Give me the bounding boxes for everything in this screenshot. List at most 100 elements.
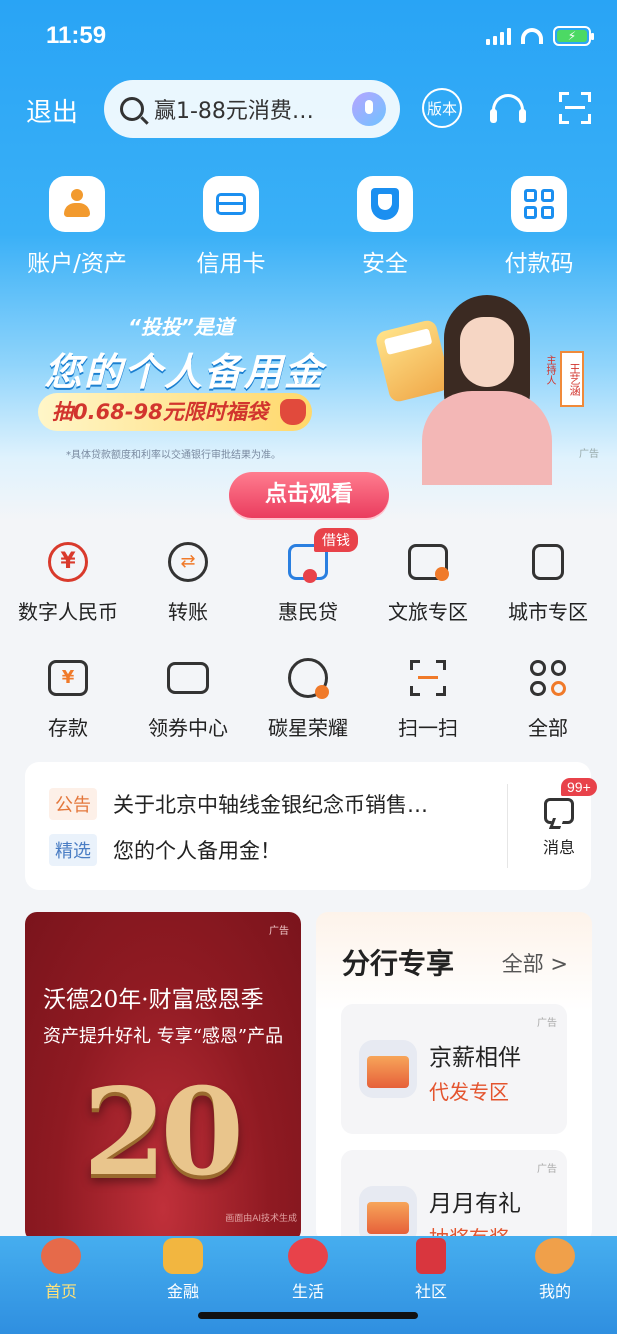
featured-text: 您的个人备用金！: [113, 839, 281, 863]
banner-offer-text: 抽0.68-98元限时福袋: [52, 400, 268, 424]
status-time: 11:59: [46, 22, 107, 49]
service-label: 碳星荣耀: [268, 716, 348, 740]
version-button[interactable]: 版本: [422, 88, 462, 128]
search-input[interactable]: 赢1-88元消费…: [154, 93, 334, 125]
shield-icon: [357, 176, 413, 232]
logout-button[interactable]: 退出: [26, 92, 78, 129]
branch-item-name: 京薪相伴: [429, 1045, 521, 1071]
service-label: 转账: [168, 600, 208, 624]
lantern-icon: [288, 1238, 328, 1274]
service-all[interactable]: 全部: [488, 650, 608, 746]
quick-credit-card[interactable]: 信用卡: [154, 176, 308, 278]
notice-card: 公告 关于北京中轴线金银纪念币销售… 精选 您的个人备用金！ 99+ 消息: [25, 762, 597, 890]
divider: [507, 784, 508, 868]
quick-security[interactable]: 安全: [308, 176, 462, 278]
service-coupon-center[interactable]: 领券中心: [128, 650, 248, 746]
banner-tag: “投投”是道: [128, 315, 234, 339]
host-name: 王艺涵: [560, 351, 584, 407]
branch-item-sub: 代发专区: [429, 1080, 509, 1104]
tab-label: 生活: [291, 1282, 324, 1301]
messages-button[interactable]: 99+ 消息: [533, 778, 597, 858]
quick-label: 账户/资产: [27, 251, 127, 277]
anniversary-number: 20: [83, 1062, 244, 1203]
loan-tag: 借钱: [314, 528, 358, 552]
quick-label: 付款码: [504, 251, 574, 277]
notice-row-announcement[interactable]: 公告 关于北京中轴线金银纪念币销售…: [49, 788, 473, 820]
notice-row-featured[interactable]: 精选 您的个人备用金！: [49, 834, 473, 866]
service-scan[interactable]: 扫一扫: [368, 650, 488, 746]
service-city[interactable]: 城市专区: [488, 534, 608, 630]
service-label: 扫一扫: [398, 716, 458, 740]
messages-label: 消息: [542, 838, 575, 857]
tab-finance[interactable]: 金融: [138, 1238, 228, 1302]
tab-life[interactable]: 生活: [263, 1238, 353, 1302]
top-nav: 退出 赢1-88元消费… 版本: [0, 78, 617, 138]
battery-icon: ⚡: [553, 26, 594, 46]
microphone-icon[interactable]: [352, 92, 386, 126]
service-grid: ¥ 数字人民币 ⇄ 转账 借钱 惠民贷 文旅专区 城市专区 ¥ 存款 领券中心 …: [8, 528, 608, 746]
branch-all-link[interactable]: 全部 >: [502, 948, 568, 978]
customer-service-icon[interactable]: [488, 88, 528, 128]
service-label: 惠民贷: [278, 600, 338, 624]
firecracker-icon: [416, 1238, 446, 1274]
scan-icon[interactable]: [555, 88, 595, 128]
search-bar[interactable]: 赢1-88元消费…: [104, 80, 400, 138]
status-bar: 11:59 ⚡: [0, 0, 617, 70]
carbon-globe-icon: [286, 656, 330, 700]
tab-home[interactable]: 首页: [16, 1238, 106, 1302]
branch-exclusive-card: 分行专享 全部 > 广告 京薪相伴 代发专区 广告 月月有礼 抽奖有奖: [316, 912, 592, 1242]
branch-item[interactable]: 广告 京薪相伴 代发专区: [341, 1004, 567, 1134]
quick-payment-code[interactable]: 付款码: [462, 176, 616, 278]
gift-box-icon: [359, 1186, 417, 1242]
promo-banner[interactable]: “投投”是道 您的个人备用金 抽0.68-98元限时福袋 *具体贷款额度和利率以…: [0, 285, 617, 485]
service-label: 全部: [528, 716, 568, 740]
service-label: 领券中心: [148, 716, 228, 740]
tab-label: 金融: [166, 1282, 199, 1301]
branch-item[interactable]: 广告 月月有礼 抽奖有奖: [341, 1150, 567, 1242]
service-transfer[interactable]: ⇄ 转账: [128, 534, 248, 630]
service-travel[interactable]: 文旅专区: [368, 534, 488, 630]
quick-account-assets[interactable]: 账户/资产: [0, 176, 154, 278]
wealth-promo-card[interactable]: 广告 沃德20年·财富感恩季 资产提升好礼 专享“感恩”产品 20 画面由AI技…: [25, 912, 301, 1242]
service-huimin-loan[interactable]: 借钱 惠民贷: [248, 528, 368, 630]
host-title: 主持人: [544, 355, 555, 385]
tab-mine[interactable]: 我的: [510, 1238, 600, 1302]
ad-label: 广告: [579, 449, 599, 460]
banner-title: 您的个人备用金: [44, 350, 325, 394]
home-mascot-icon: [41, 1238, 81, 1274]
ai-note: 画面由AI技术生成: [225, 1214, 297, 1224]
quick-actions: 账户/资产 信用卡 安全 付款码: [0, 176, 617, 278]
service-deposit[interactable]: ¥ 存款: [8, 650, 128, 746]
service-label: 城市专区: [508, 600, 588, 624]
qr-code-icon: [511, 176, 567, 232]
search-icon: [120, 97, 144, 121]
host-image: [416, 295, 558, 485]
user-icon: [49, 176, 105, 232]
service-label: 存款: [48, 716, 88, 740]
announcement-tag: 公告: [49, 788, 97, 820]
service-carbon-star[interactable]: 碳星荣耀: [248, 650, 368, 746]
announcement-text: 关于北京中轴线金银纪念币销售…: [113, 793, 428, 817]
featured-tag: 精选: [49, 834, 97, 866]
tab-community[interactable]: 社区: [386, 1238, 476, 1302]
scan-icon: [406, 656, 450, 700]
ad-label: 广告: [537, 1018, 557, 1029]
bottom-tab-bar: 首页 金融 生活 社区 我的: [0, 1236, 617, 1334]
branch-title: 分行专享: [342, 947, 455, 980]
wifi-icon: [521, 28, 543, 44]
status-icons: ⚡: [486, 26, 594, 46]
deposit-icon: ¥: [46, 656, 90, 700]
gold-ingot-icon: [163, 1238, 203, 1274]
promo-subline: 资产提升好礼 专享“感恩”产品: [43, 1026, 284, 1047]
message-icon: [544, 798, 574, 824]
mascot-icon: [535, 1238, 575, 1274]
digital-rmb-icon: ¥: [46, 540, 90, 584]
credit-card-icon: [203, 176, 259, 232]
coupon-icon: [166, 656, 210, 700]
promo-headline: 沃德20年·财富感恩季: [43, 987, 264, 1013]
watch-button[interactable]: 点击观看: [229, 472, 389, 518]
cellular-signal-icon: [486, 27, 511, 45]
service-digital-rmb[interactable]: ¥ 数字人民币: [8, 534, 128, 630]
city-icon: [526, 540, 570, 584]
tab-label: 首页: [44, 1282, 77, 1301]
